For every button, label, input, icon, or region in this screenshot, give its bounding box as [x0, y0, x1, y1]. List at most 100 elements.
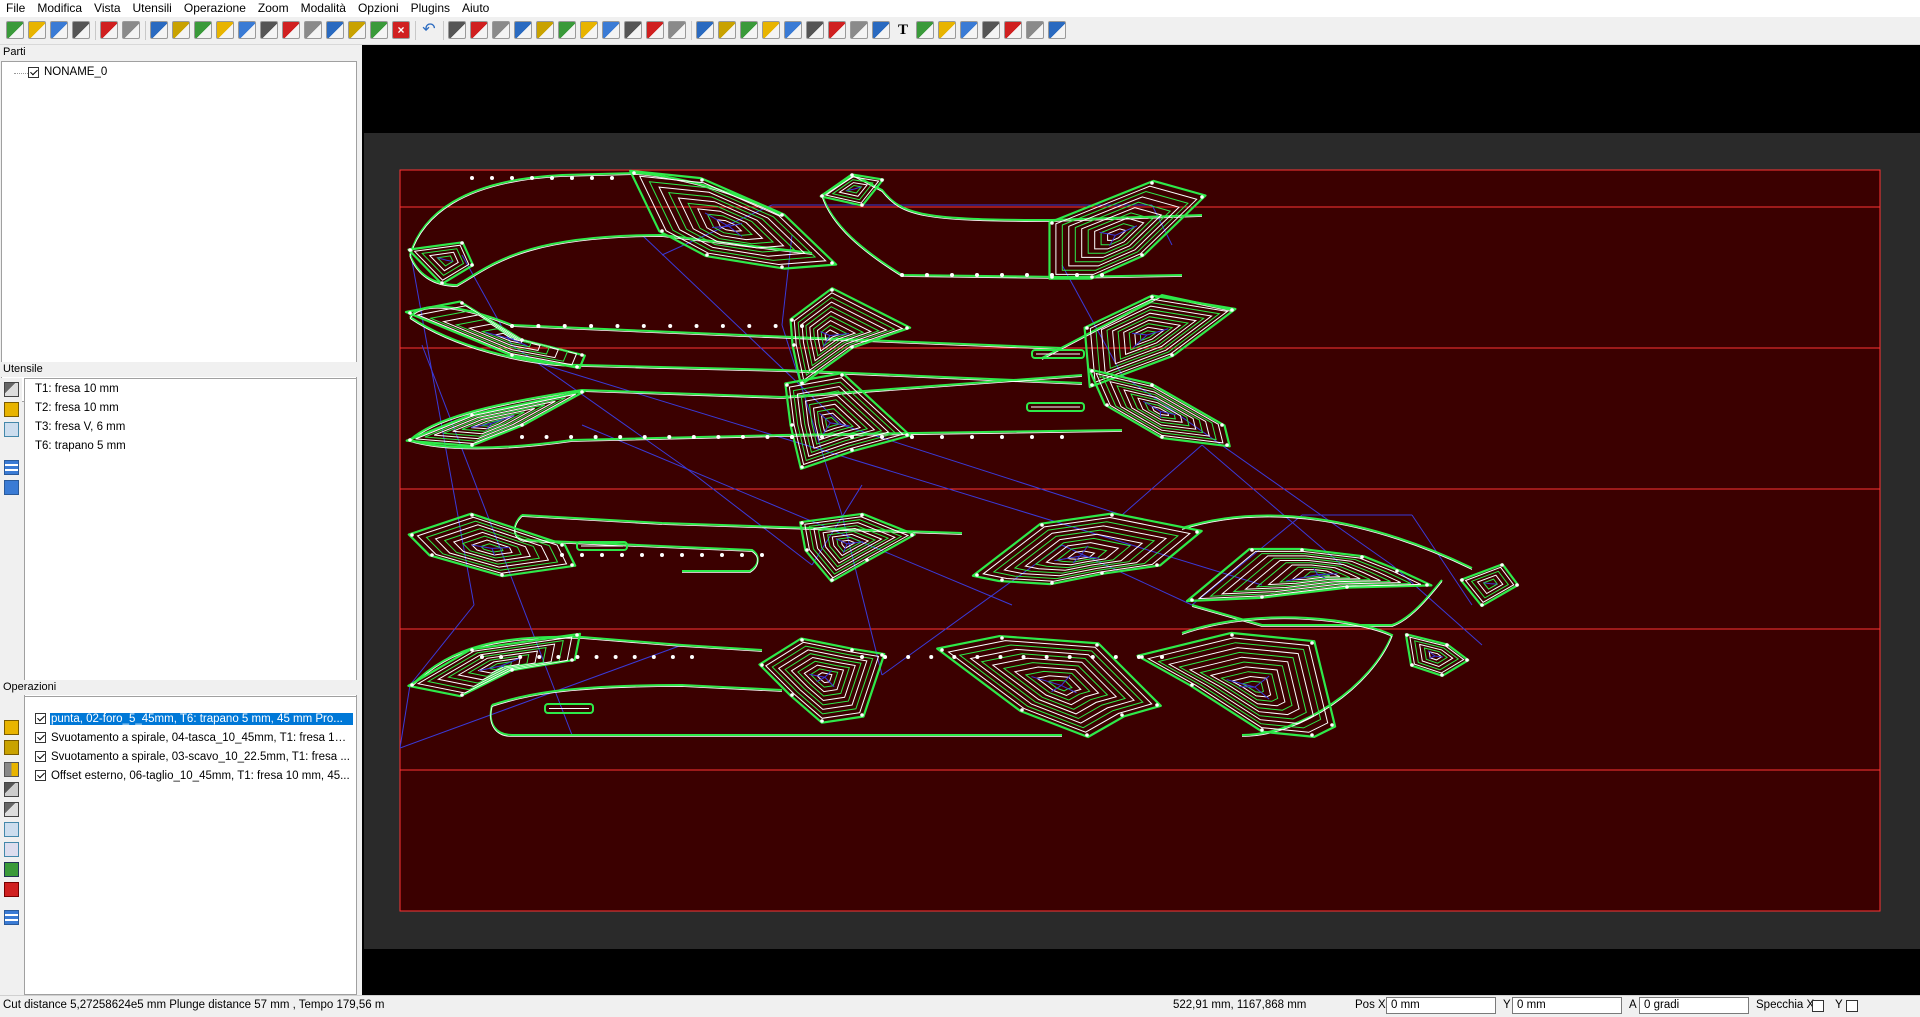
sheet-icon[interactable]: [492, 21, 510, 39]
parti-tree[interactable]: NONAME_0: [1, 61, 357, 402]
utensile-list[interactable]: T1: fresa 10 mm T2: fresa 10 mm T3: fres…: [24, 378, 357, 718]
part-checkbox[interactable]: [28, 67, 39, 78]
operation-item[interactable]: Svuotamento a spirale, 03-scavo_10_22.5m…: [35, 748, 353, 765]
zoom-window-icon[interactable]: [960, 21, 978, 39]
operation-table-icon[interactable]: [4, 910, 19, 925]
scale-icon[interactable]: [762, 21, 780, 39]
lead-in-icon[interactable]: [602, 21, 620, 39]
zoom-out-icon[interactable]: [938, 21, 956, 39]
bridge-icon[interactable]: [668, 21, 686, 39]
mirror-y-checkbox[interactable]: [1846, 1000, 1858, 1012]
new-file-icon[interactable]: [6, 21, 24, 39]
start-point-icon[interactable]: [646, 21, 664, 39]
zoom-fit-icon[interactable]: [1004, 21, 1022, 39]
copy-part-icon[interactable]: [260, 21, 278, 39]
zoom-prev-icon[interactable]: [1048, 21, 1066, 39]
tool-holder-icon[interactable]: [4, 402, 19, 417]
rotate-icon[interactable]: [740, 21, 758, 39]
operation-item[interactable]: Offset esterno, 06-taglio_10_45mm, T1: f…: [35, 767, 353, 784]
operation-checkbox[interactable]: [35, 732, 46, 743]
operation-add-icon[interactable]: [4, 720, 19, 735]
node-edit-icon[interactable]: [536, 21, 554, 39]
simulate-icon[interactable]: [370, 21, 388, 39]
operation-pocket-icon[interactable]: [4, 740, 19, 755]
pos-y-input[interactable]: 0 mm: [1512, 997, 1622, 1014]
toolpath-canvas[interactable]: [362, 45, 1920, 995]
select-toolpath-icon[interactable]: [514, 21, 532, 39]
print-icon[interactable]: [72, 21, 90, 39]
menu-item[interactable]: Plugins: [405, 0, 456, 16]
mirror-x-checkbox[interactable]: [1812, 1000, 1824, 1012]
operazioni-list[interactable]: punta, 02-foro_5_45mm, T6: trapano 5 mm,…: [24, 696, 357, 995]
tree-item-noname[interactable]: NONAME_0: [28, 66, 107, 78]
menu-item[interactable]: File: [0, 0, 31, 16]
drill-point: [760, 553, 764, 557]
menu-item[interactable]: Modalità: [295, 0, 352, 16]
operation-export-icon[interactable]: [4, 862, 19, 877]
nest-icon[interactable]: [172, 21, 190, 39]
calculator-icon[interactable]: [100, 21, 118, 39]
menu-item[interactable]: Operazione: [178, 0, 252, 16]
vertex-point: [905, 433, 909, 437]
edit-file-icon[interactable]: [28, 21, 46, 39]
operation-item[interactable]: Svuotamento a spirale, 04-tasca_10_45mm,…: [35, 729, 353, 746]
print-preview-icon[interactable]: [50, 21, 68, 39]
menu-item[interactable]: Zoom: [252, 0, 295, 16]
tool-item[interactable]: T3: fresa V, 6 mm: [35, 419, 125, 435]
snap-icon[interactable]: [304, 21, 322, 39]
operation-new-icon[interactable]: [4, 822, 19, 837]
merge-icon[interactable]: [282, 21, 300, 39]
operation-checkbox[interactable]: [35, 751, 46, 762]
add-group-icon[interactable]: [150, 21, 168, 39]
zoom-part-icon[interactable]: [1026, 21, 1044, 39]
menu-item[interactable]: Opzioni: [352, 0, 405, 16]
tool-table-icon[interactable]: [4, 460, 19, 475]
undo-icon[interactable]: ↶: [420, 21, 438, 39]
curve-icon[interactable]: [558, 21, 576, 39]
operation-down-arrow-icon[interactable]: [4, 882, 19, 897]
offset-icon[interactable]: [580, 21, 598, 39]
angle-input[interactable]: 0 gradi: [1639, 997, 1749, 1014]
operation-checkbox[interactable]: [35, 770, 46, 781]
tool-new-icon[interactable]: [4, 422, 19, 437]
frame-icon[interactable]: [850, 21, 868, 39]
end-mill-icon[interactable]: [4, 382, 19, 397]
tool-item[interactable]: T2: fresa 10 mm: [35, 400, 119, 416]
vertex-point: [632, 171, 636, 175]
menu-item[interactable]: Modifica: [31, 0, 88, 16]
measure-icon[interactable]: [872, 21, 890, 39]
toolbar-separator: [415, 21, 416, 40]
menu-item[interactable]: Utensili: [127, 0, 178, 16]
tab-icon[interactable]: [624, 21, 642, 39]
view-3d-icon[interactable]: [448, 21, 466, 39]
move-icon[interactable]: [718, 21, 736, 39]
operation-drill-icon[interactable]: [4, 802, 19, 817]
delete-icon[interactable]: ×: [392, 21, 410, 39]
array-icon[interactable]: [194, 21, 212, 39]
menu-item[interactable]: Aiuto: [456, 0, 495, 16]
zoom-in-icon[interactable]: [916, 21, 934, 39]
operation-settings-icon[interactable]: [4, 842, 19, 857]
text-icon[interactable]: T: [894, 21, 912, 39]
cad-viewport[interactable]: [362, 45, 1920, 995]
stack-icon[interactable]: [216, 21, 234, 39]
operation-tool-icon[interactable]: [4, 782, 19, 797]
select-arrow-icon[interactable]: [696, 21, 714, 39]
pan-icon[interactable]: [806, 21, 824, 39]
tool-user-icon[interactable]: [122, 21, 140, 39]
mirror-icon[interactable]: [784, 21, 802, 39]
zoom-all-icon[interactable]: [982, 21, 1000, 39]
tool-list-icon[interactable]: [4, 480, 19, 495]
tool-item[interactable]: T1: fresa 10 mm: [35, 381, 119, 397]
menu-item[interactable]: Vista: [88, 0, 126, 16]
drill-group-icon[interactable]: [326, 21, 344, 39]
align-icon[interactable]: [238, 21, 256, 39]
operation-item[interactable]: punta, 02-foro_5_45mm, T6: trapano 5 mm,…: [35, 710, 353, 727]
path-group-icon[interactable]: [348, 21, 366, 39]
crop-icon[interactable]: [828, 21, 846, 39]
pos-x-input[interactable]: 0 mm: [1386, 997, 1496, 1014]
layers-icon[interactable]: [470, 21, 488, 39]
operation-checkbox[interactable]: [35, 713, 46, 724]
operation-move-icon[interactable]: [4, 762, 19, 777]
tool-item[interactable]: T6: trapano 5 mm: [35, 438, 126, 454]
